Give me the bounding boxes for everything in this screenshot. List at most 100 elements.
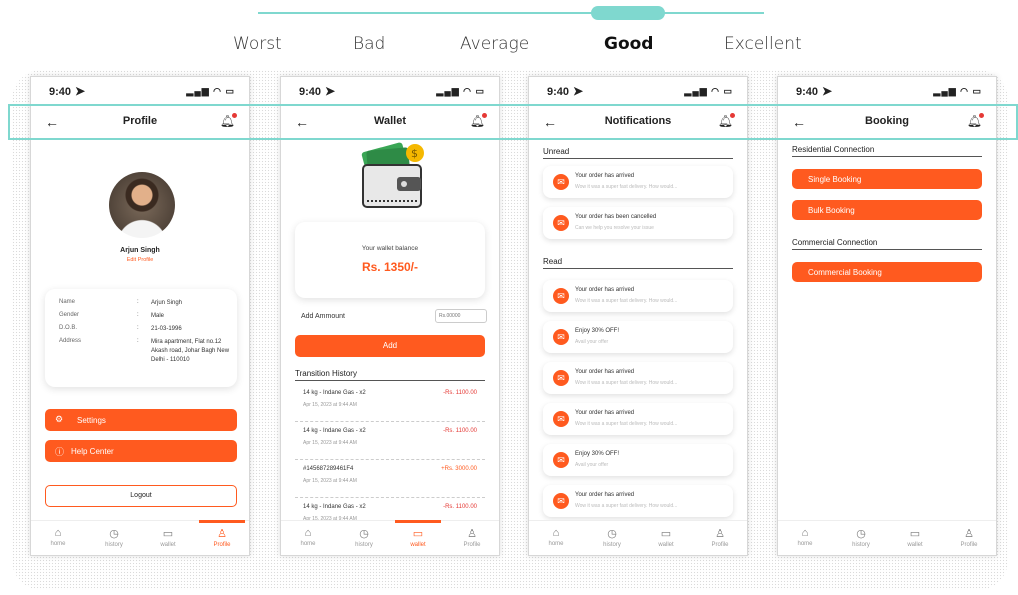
tab-home[interactable]: ⌂ home xyxy=(529,527,583,547)
tab-home[interactable]: ⌂ home xyxy=(778,527,832,547)
transaction-title: 14 kg - Indane Gas - x2 xyxy=(303,390,366,396)
commercial-booking-label: Commercial Booking xyxy=(808,268,882,277)
rating-scale-knob[interactable] xyxy=(591,6,665,20)
location-arrow-icon: ➤ xyxy=(325,84,336,98)
tab-history[interactable]: ◷ history xyxy=(87,527,141,548)
scale-label-bad[interactable]: Bad xyxy=(353,34,385,54)
detail-separator: : xyxy=(137,338,139,344)
tab-home[interactable]: ⌂ home xyxy=(281,527,335,547)
status-bar: 9:40 ➤ ▂▄▆ ◠ ▭ xyxy=(778,77,996,107)
tab-label: Profile xyxy=(711,542,729,548)
tab-label: wallet xyxy=(160,542,176,548)
tab-history[interactable]: ◷ history xyxy=(585,527,639,548)
phone-profile: 9:40 ➤ ▂▄▆ ◠ ▭ ← Profile 🔔︎ Arjun Singh … xyxy=(30,76,250,556)
tab-label: home xyxy=(797,541,813,547)
signal-wifi-battery-icons: ▂▄▆ ◠ ▭ xyxy=(933,86,982,96)
notification-item[interactable]: ✉ Your order has arrived Wow it was a su… xyxy=(543,403,733,435)
scale-label-good[interactable]: Good xyxy=(604,34,653,54)
mail-icon: ✉ xyxy=(553,288,569,304)
tab-label: wallet xyxy=(410,542,426,548)
history-icon: ◷ xyxy=(109,528,119,540)
notification-item[interactable]: ✉ Your order has arrived Wow it was a su… xyxy=(543,362,733,394)
location-arrow-icon: ➤ xyxy=(75,84,86,98)
help-center-button[interactable]: ⓘ Help Center xyxy=(45,440,237,462)
single-booking-button[interactable]: Single Booking xyxy=(792,169,982,189)
scale-label-worst[interactable]: Worst xyxy=(233,34,282,54)
tab-wallet[interactable]: ▭ wallet xyxy=(391,520,445,548)
transaction-row[interactable]: 14 kg - Indane Gas - x2 Apr 15, 2023 at … xyxy=(295,383,485,422)
transaction-row[interactable]: 14 kg - Indane Gas - x2 Apr 15, 2023 at … xyxy=(295,421,485,460)
phone-booking: 9:40 ➤ ▂▄▆ ◠ ▭ ← Booking 🔔︎ Residential … xyxy=(777,76,997,556)
signal-wifi-battery-icons: ▂▄▆ ◠ ▭ xyxy=(684,86,733,96)
tab-profile[interactable]: ♙ Profile xyxy=(445,527,499,548)
add-button[interactable]: Add xyxy=(295,335,485,357)
tab-label: history xyxy=(105,542,123,548)
notification-item[interactable]: ✉ Your order has arrived Wow it was a su… xyxy=(543,166,733,198)
notification-item[interactable]: ✉ Enjoy 30% OFF! Avail your offer xyxy=(543,321,733,353)
tab-label: home xyxy=(548,541,564,547)
transaction-history-title: Transition History xyxy=(295,369,485,381)
commercial-booking-button[interactable]: Commercial Booking xyxy=(792,262,982,282)
tab-home[interactable]: ⌂ home xyxy=(31,527,85,547)
bottom-tab-bar: ⌂ home ◷ history ▭ wallet ♙ Profile xyxy=(31,520,249,555)
amount-input[interactable] xyxy=(435,309,487,323)
signal-wifi-battery-icons: ▂▄▆ ◠ ▭ xyxy=(186,86,235,96)
tab-label: wallet xyxy=(658,542,674,548)
person-icon: ♙ xyxy=(715,528,725,540)
phone-notifications: 9:40 ➤ ▂▄▆ ◠ ▭ ← Notifications 🔔︎ Unread… xyxy=(528,76,748,556)
tab-profile[interactable]: ♙ Profile xyxy=(942,527,996,548)
settings-button[interactable]: ⚙ Settings xyxy=(45,409,237,431)
tab-label: history xyxy=(355,542,373,548)
wallet-icon: ▭ xyxy=(660,528,672,540)
bottom-tab-bar: ⌂ home ◷ history ▭ wallet ♙ Profile xyxy=(529,520,747,555)
tab-label: Profile xyxy=(213,542,231,548)
balance-value: Rs. 1350/- xyxy=(361,260,419,274)
notification-title: Your order has arrived xyxy=(575,369,635,375)
history-icon: ◷ xyxy=(359,528,369,540)
notification-title: Your order has been cancelled xyxy=(575,214,657,220)
commercial-section-title: Commercial Connection xyxy=(792,238,982,250)
detail-value: Mira apartment, Flat no.12 Akash road, J… xyxy=(151,339,230,363)
detail-value: 21-03-1996 xyxy=(151,326,182,332)
notification-item[interactable]: ✉ Your order has arrived Wow it was a su… xyxy=(543,485,733,517)
bottom-tab-bar: ⌂ home ◷ history ▭ wallet ♙ Profile xyxy=(281,520,499,555)
scale-label-average[interactable]: Average xyxy=(460,34,529,54)
tab-wallet[interactable]: ▭ wallet xyxy=(888,527,942,548)
mail-icon: ✉ xyxy=(553,452,569,468)
notification-subtitle: Wow it was a super fast delivery. How wo… xyxy=(575,380,678,386)
wallet-illustration-icon: $ xyxy=(361,142,424,208)
wallet-balance-card: Your wallet balance Rs. 1350/- xyxy=(295,222,485,298)
detail-key: D.O.B. xyxy=(59,325,78,331)
notification-subtitle: Can we help you resolve your issue xyxy=(575,225,654,231)
wallet-icon: ▭ xyxy=(412,528,424,540)
status-time: 9:40 xyxy=(299,86,322,98)
notification-item[interactable]: ✉ Your order has been cancelled Can we h… xyxy=(543,207,733,239)
transaction-row[interactable]: #145687289461F4 Apr 15, 2023 at 9:44 AM … xyxy=(295,459,485,498)
person-icon: ♙ xyxy=(964,528,974,540)
home-icon: ⌂ xyxy=(54,527,62,539)
transaction-title: 14 kg - Indane Gas - x2 xyxy=(303,504,366,510)
tab-history[interactable]: ◷ history xyxy=(834,527,888,548)
transaction-amount: -Rs. 1100.00 xyxy=(443,428,477,434)
notification-title: Your order has arrived xyxy=(575,410,635,416)
tab-history[interactable]: ◷ history xyxy=(337,527,391,548)
signal-wifi-battery-icons: ▂▄▆ ◠ ▭ xyxy=(436,86,485,96)
edit-profile-link[interactable]: Edit Profile xyxy=(31,257,249,263)
tab-profile[interactable]: ♙ Profile xyxy=(195,520,249,548)
logout-button[interactable]: Logout xyxy=(45,485,237,507)
tab-wallet[interactable]: ▭ wallet xyxy=(639,527,693,548)
wallet-icon: ▭ xyxy=(162,528,174,540)
detail-separator: : xyxy=(137,312,139,318)
mail-icon: ✉ xyxy=(553,215,569,231)
mail-icon: ✉ xyxy=(553,493,569,509)
scale-label-excellent[interactable]: Excellent xyxy=(724,34,802,54)
bottom-tab-bar: ⌂ home ◷ history ▭ wallet ♙ Profile xyxy=(778,520,996,555)
notification-item[interactable]: ✉ Your order has arrived Wow it was a su… xyxy=(543,280,733,312)
tab-profile[interactable]: ♙ Profile xyxy=(693,527,747,548)
detail-separator: : xyxy=(137,299,139,305)
tab-wallet[interactable]: ▭ wallet xyxy=(141,527,195,548)
notification-item[interactable]: ✉ Enjoy 30% OFF! Avail your offer xyxy=(543,444,733,476)
help-center-label: Help Center xyxy=(71,447,114,456)
bulk-booking-button[interactable]: Bulk Booking xyxy=(792,200,982,220)
transaction-date: Apr 15, 2023 at 9:44 AM xyxy=(303,440,357,446)
